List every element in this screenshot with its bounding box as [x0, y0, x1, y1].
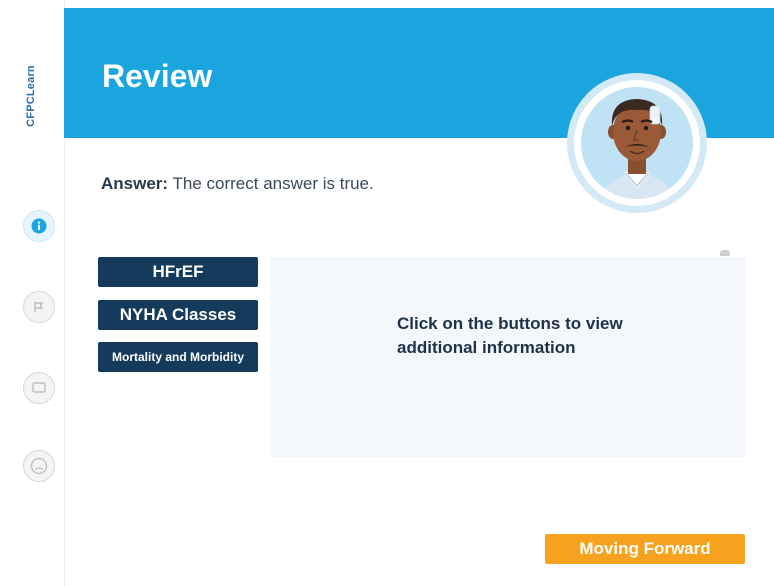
nyha-classes-button[interactable]: NYHA Classes [98, 300, 258, 330]
hfref-button[interactable]: HFrEF [98, 257, 258, 287]
profile-icon [30, 457, 48, 475]
scroll-indicator [720, 250, 730, 256]
sidebar-flag-button[interactable] [23, 291, 55, 323]
sidebar-profile-button[interactable] [23, 450, 55, 482]
patient-avatar [567, 73, 707, 213]
answer-text: Answer: The correct answer is true. [101, 174, 374, 194]
answer-value: The correct answer is true. [172, 174, 374, 193]
sidebar-info-button[interactable] [23, 210, 55, 242]
answer-label: Answer: [101, 174, 169, 193]
page-title: Review [102, 58, 213, 94]
brand-logo-text: CFPCLearn [25, 65, 38, 127]
sidebar-chat-button[interactable] [23, 372, 55, 404]
moving-forward-button[interactable]: Moving Forward [545, 534, 745, 564]
mortality-morbidity-button[interactable]: Mortality and Morbidity [98, 342, 258, 372]
brand-logo: CFPCLearn [20, 56, 42, 136]
flag-icon [34, 302, 44, 312]
sidebar: CFPCLearn [0, 0, 65, 586]
info-icon [31, 218, 47, 234]
chat-icon [32, 382, 46, 393]
info-panel-text: Click on the buttons to view additional … [397, 314, 623, 357]
info-panel: Click on the buttons to view additional … [270, 257, 746, 457]
